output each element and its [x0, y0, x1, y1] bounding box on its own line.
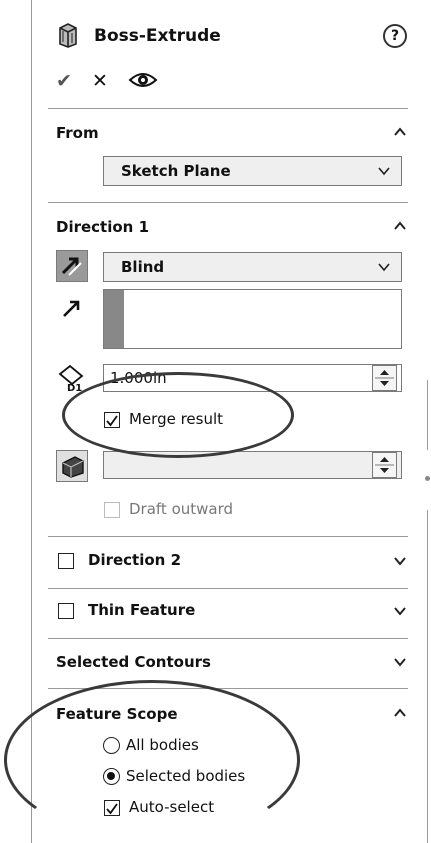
separator	[48, 588, 408, 589]
separator	[48, 536, 408, 537]
selected-contours-section-title[interactable]: Selected Contours	[56, 653, 211, 671]
merge-result-highlight-ellipse	[62, 372, 294, 458]
preview-eye-icon[interactable]	[128, 70, 158, 90]
selection-box-accent-bar	[104, 290, 124, 348]
direction-reference-selection-box[interactable]	[103, 289, 402, 349]
chevron-up-icon[interactable]	[392, 124, 408, 140]
chevron-up-icon[interactable]	[392, 705, 408, 721]
draft-icon	[62, 456, 84, 478]
spinner-arrows-icon	[375, 457, 394, 473]
chevron-down-icon[interactable]	[392, 603, 408, 619]
thin-feature-section-title[interactable]: Thin Feature	[88, 601, 195, 619]
direction2-checkbox[interactable]	[58, 553, 74, 569]
end-condition-value: Blind	[121, 258, 165, 276]
depth-spinner[interactable]	[372, 365, 397, 391]
from-section-title[interactable]: From	[56, 124, 99, 142]
chevron-down-icon[interactable]	[392, 654, 408, 670]
chevron-down-icon[interactable]	[392, 553, 408, 569]
feature-scope-highlight-ellipse	[4, 680, 300, 840]
cancel-x-icon[interactable]: ✕	[92, 70, 108, 92]
splitter-handle[interactable]	[425, 476, 430, 481]
start-condition-dropdown[interactable]: Sketch Plane	[103, 156, 402, 186]
direction1-section-title[interactable]: Direction 1	[56, 218, 149, 236]
chevron-down-icon	[378, 263, 390, 272]
separator	[48, 638, 408, 639]
pane-edge-line	[427, 510, 428, 843]
draft-toggle-button[interactable]	[56, 450, 88, 482]
pane-edge-line	[427, 380, 428, 450]
separator	[48, 108, 408, 109]
end-condition-dropdown[interactable]: Blind	[103, 252, 402, 282]
draft-angle-spinner[interactable]	[372, 452, 397, 478]
reverse-direction-icon	[61, 257, 82, 276]
chevron-up-icon[interactable]	[392, 218, 408, 234]
start-condition-value: Sketch Plane	[121, 162, 231, 180]
panel-header: Boss-Extrude ? ✔ ✕	[32, 0, 428, 100]
ok-check-icon[interactable]: ✔	[56, 70, 72, 92]
reverse-direction-button[interactable]	[56, 250, 88, 282]
separator	[48, 202, 408, 203]
draft-outward-checkbox[interactable]	[104, 502, 120, 518]
direction2-section-title[interactable]: Direction 2	[88, 551, 181, 569]
boss-extrude-icon	[59, 23, 77, 48]
draft-outward-label[interactable]: Draft outward	[129, 500, 233, 518]
help-icon[interactable]: ?	[383, 24, 407, 48]
direction-arrow-icon	[63, 300, 80, 317]
chevron-down-icon	[378, 167, 390, 176]
spinner-arrows-icon	[375, 370, 394, 386]
feature-title: Boss-Extrude	[94, 26, 221, 46]
thin-feature-checkbox[interactable]	[58, 603, 74, 619]
